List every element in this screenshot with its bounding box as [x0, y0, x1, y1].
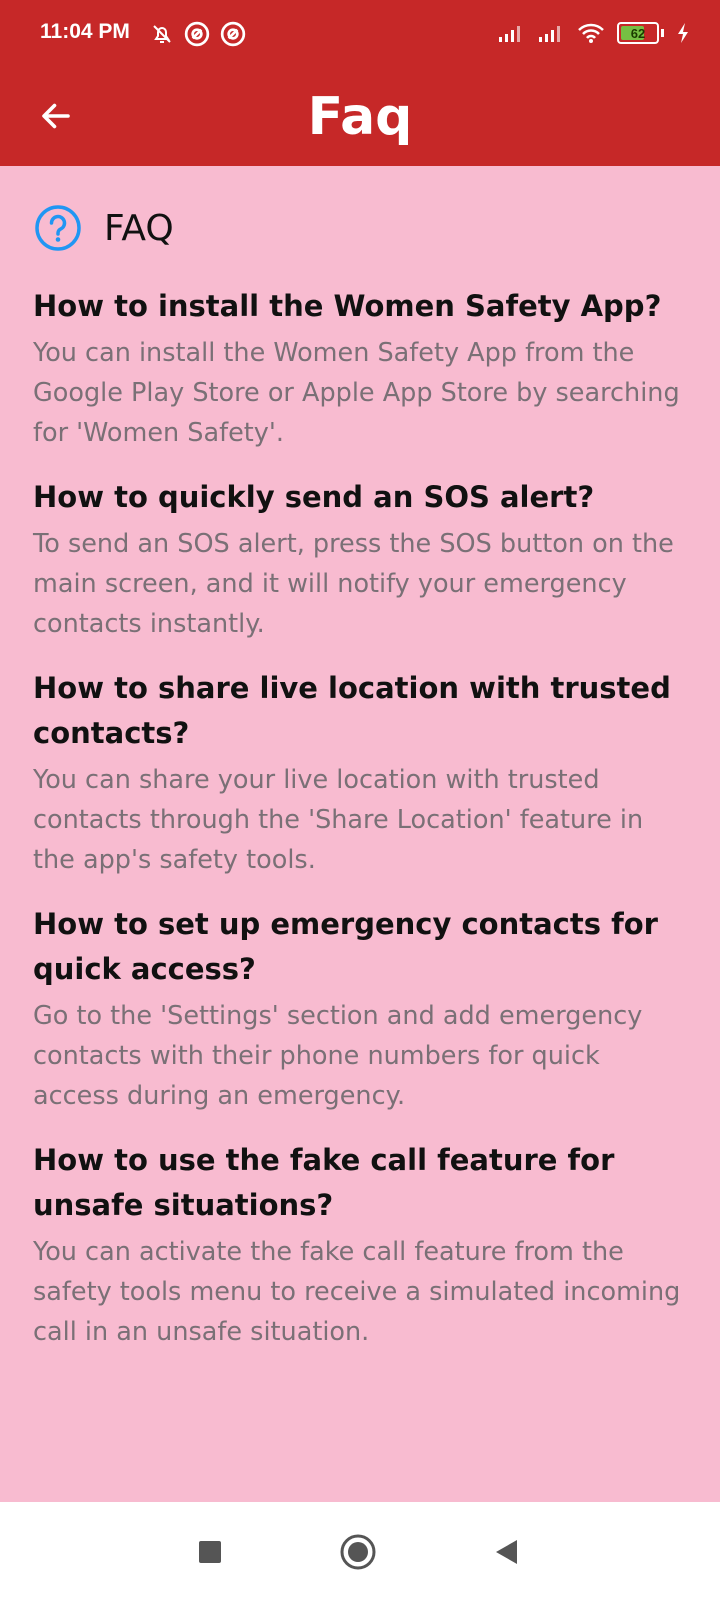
faq-item: How to share live location with trusted …	[33, 666, 693, 880]
signal-icon	[539, 26, 560, 42]
recents-button[interactable]	[190, 1532, 230, 1572]
faq-answer: You can install the Women Safety App fro…	[33, 338, 680, 448]
faq-list: How to install the Women Safety App? You…	[33, 284, 693, 1374]
faq-question: How to install the Women Safety App?	[33, 289, 662, 323]
app-bar: Faq	[0, 68, 720, 166]
faq-answer: You can activate the fake call feature f…	[33, 1237, 681, 1347]
faq-answer: Go to the 'Settings' section and add eme…	[33, 1001, 643, 1111]
home-button[interactable]	[338, 1532, 378, 1572]
square-recents-icon	[199, 1541, 221, 1563]
status-system-icons: 62	[497, 18, 690, 48]
system-nav-bar	[0, 1502, 720, 1600]
faq-answer: You can share your live location with tr…	[33, 765, 644, 875]
faq-question: How to share live location with trusted …	[33, 671, 671, 750]
bell-off-icon	[153, 25, 171, 43]
wifi-icon	[578, 23, 604, 43]
faq-content[interactable]: FAQ How to install the Women Safety App?…	[0, 166, 720, 1502]
back-nav-button[interactable]	[486, 1532, 526, 1572]
signal-icon	[499, 26, 520, 42]
battery-icon: 62	[617, 22, 659, 44]
charging-icon	[678, 23, 688, 43]
faq-item: How to use the fake call feature for uns…	[33, 1138, 693, 1352]
help-circle-icon	[35, 205, 81, 251]
app-notification-icon	[184, 21, 210, 47]
battery-tip	[661, 29, 664, 37]
faq-header: FAQ	[34, 204, 174, 252]
faq-item: How to quickly send an SOS alert? To sen…	[33, 475, 693, 644]
faq-section-title: FAQ	[104, 207, 174, 249]
faq-item: How to set up emergency contacts for qui…	[33, 902, 693, 1116]
faq-question: How to use the fake call feature for uns…	[33, 1143, 615, 1222]
faq-question: How to quickly send an SOS alert?	[33, 480, 595, 514]
faq-item: How to install the Women Safety App? You…	[33, 284, 693, 453]
status-time: 11:04 PM	[40, 20, 130, 43]
triangle-back-icon	[496, 1540, 517, 1564]
battery-level: 62	[630, 25, 646, 41]
page-title: Faq	[307, 87, 413, 147]
faq-answer: To send an SOS alert, press the SOS butt…	[33, 529, 674, 639]
circle-home-icon	[340, 1534, 376, 1570]
faq-question: How to set up emergency contacts for qui…	[33, 907, 658, 986]
status-bar: 11:04 PM 62	[0, 0, 720, 68]
app-notification-icon	[220, 21, 246, 47]
status-notification-icons	[150, 20, 246, 48]
